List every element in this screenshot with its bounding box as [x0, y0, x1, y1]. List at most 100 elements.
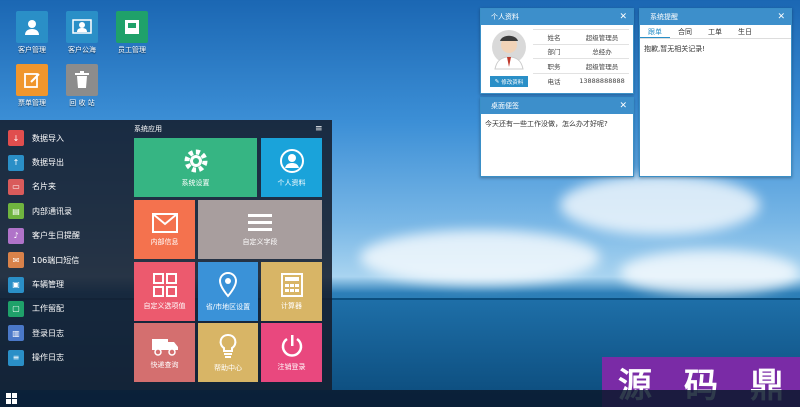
tab-follow-up[interactable]: 跟单	[640, 25, 670, 38]
list-icon: ≡	[8, 349, 24, 366]
profile-table: 姓名 超级管理员 部门 总经办 职务 超级管理员 电话 13888888888	[533, 29, 629, 88]
desktop-icon-recycle-bin[interactable]: 回 收 站	[62, 64, 102, 108]
tile-profile[interactable]: 个人资料	[261, 138, 322, 197]
profile-key: 电话	[533, 72, 575, 88]
desktop-icon-employees[interactable]: 员工管理	[112, 11, 152, 55]
tab-contract[interactable]: 合同	[670, 25, 700, 38]
start-item-operation-log[interactable]: ≡ 操作日志	[0, 346, 124, 370]
profile-value: 13888888888	[575, 72, 629, 88]
table-row: 部门 总经办	[533, 43, 629, 59]
profile-key: 部门	[533, 43, 575, 59]
note-widget-header: 桌面便签 ✕	[481, 98, 633, 114]
start-item-sms[interactable]: ✉ 106端口短信	[0, 248, 124, 272]
tile-express-query[interactable]: 快递查询	[134, 323, 195, 382]
cloud	[360, 230, 600, 285]
start-menu: ↓ 数据导入 ↑ 数据导出 ▭ 名片夹 ▤ 内部通讯录 ♪ 客户生日提醒 ✉ 106端口短信…	[0, 120, 332, 390]
reminder-widget-header: 系统提醒 ✕	[640, 9, 791, 25]
tile-help-center[interactable]: 帮助中心	[198, 323, 258, 382]
widget-title: 桌面便签	[491, 102, 519, 110]
widget-title: 个人资料	[491, 13, 519, 21]
bulb-icon	[219, 333, 237, 358]
tile-custom-options[interactable]: 自定义选项值	[134, 262, 195, 321]
profile-value: 超级管理员	[575, 29, 629, 44]
start-item-birthday[interactable]: ♪ 客户生日提醒	[0, 224, 124, 248]
avatar	[490, 29, 528, 73]
start-item-label: 客户生日提醒	[32, 231, 80, 241]
start-item-label: 车辆管理	[32, 280, 64, 290]
trash-icon	[66, 64, 98, 96]
location-icon	[218, 271, 238, 298]
close-icon[interactable]: ✕	[619, 98, 627, 114]
tile-label: 自定义选项值	[143, 301, 186, 310]
desktop-icon-label: 回 收 站	[69, 99, 95, 107]
close-icon[interactable]: ✕	[777, 9, 785, 25]
start-item-cards[interactable]: ▭ 名片夹	[0, 175, 124, 199]
close-icon[interactable]: ✕	[619, 9, 627, 25]
start-item-label: 106端口短信	[32, 255, 80, 265]
power-icon	[281, 334, 302, 357]
gear-icon	[184, 149, 207, 172]
desktop-icon-customer-pool[interactable]: 客户公海	[62, 11, 102, 55]
start-item-vehicles[interactable]: ▣ 车辆管理	[0, 272, 124, 296]
tab-work-order[interactable]: 工单	[700, 25, 730, 38]
start-menu-list: ↓ 数据导入 ↑ 数据导出 ▭ 名片夹 ▤ 内部通讯录 ♪ 客户生日提醒 ✉ 106端口短信…	[0, 126, 124, 370]
tile-region-settings[interactable]: 省/市地区设置	[198, 262, 258, 321]
tile-system-settings[interactable]: 系统设置	[134, 138, 257, 197]
start-item-label: 工作留配	[32, 304, 64, 314]
cloud	[620, 250, 800, 295]
table-row: 姓名 超级管理员	[533, 29, 629, 44]
contacts-icon	[16, 11, 48, 43]
desktop-icon-orders[interactable]: 票单管理	[12, 64, 52, 108]
start-item-contacts[interactable]: ▤ 内部通讯录	[0, 199, 124, 223]
tile-label: 自定义字段	[242, 237, 278, 246]
start-item-export[interactable]: ↑ 数据导出	[0, 150, 124, 174]
start-item-login-log[interactable]: ▥ 登录日志	[0, 321, 124, 345]
start-item-label: 内部通讯录	[32, 206, 72, 216]
tile-calculator[interactable]: 计算器	[261, 262, 322, 321]
tile-label: 计算器	[281, 301, 302, 310]
user-icon	[279, 148, 304, 173]
tile-internal-messages[interactable]: 内部信息	[134, 200, 195, 259]
upload-icon: ↑	[8, 154, 24, 171]
tile-label: 省/市地区设置	[205, 302, 251, 311]
start-item-import[interactable]: ↓ 数据导入	[0, 126, 124, 150]
desktop-icon-label: 客户管理	[18, 46, 46, 54]
tile-label: 内部信息	[150, 237, 179, 246]
widget-title: 系统提醒	[650, 13, 678, 21]
tile-logout[interactable]: 注销登录	[261, 323, 322, 382]
windows-start-button[interactable]	[6, 393, 17, 406]
mail-icon: ✉	[8, 252, 24, 269]
start-item-work[interactable]: ▢ 工作留配	[0, 297, 124, 321]
car-icon: ▣	[8, 276, 24, 293]
tile-label: 帮助中心	[214, 363, 242, 372]
note-text[interactable]: 今天还有一些工作没做，怎么办才好呢?	[481, 114, 633, 134]
desktop-icon-customers[interactable]: 客户管理	[12, 11, 52, 55]
employee-icon	[116, 11, 148, 43]
tile-custom-fields[interactable]: 自定义字段	[198, 200, 322, 259]
edit-doc-icon	[16, 64, 48, 96]
note-widget: 桌面便签 ✕ 今天还有一些工作没做，怎么办才好呢?	[480, 97, 634, 177]
start-item-label: 登录日志	[32, 328, 64, 338]
profile-key: 姓名	[533, 29, 575, 44]
edit-profile-button[interactable]: ✎ 修改资料	[490, 76, 528, 87]
table-row: 职务 超级管理员	[533, 58, 629, 73]
users-icon	[66, 11, 98, 43]
desktop-icon-label: 票单管理	[18, 99, 46, 107]
windows-icon	[6, 393, 17, 404]
profile-value: 超级管理员	[575, 58, 629, 73]
edit-profile-label: 修改资料	[501, 79, 524, 86]
profile-widget: 个人资料 ✕ ✎ 修改资料 姓名 超级管理员 部门 总经办 职务 超级管理员 电话 13…	[480, 8, 634, 94]
desktop-icon-label: 员工管理	[118, 46, 146, 54]
taskbar	[0, 390, 800, 407]
reminder-tabs: 跟单 合同 工单 生日	[640, 25, 791, 39]
download-icon: ↓	[8, 130, 24, 147]
profile-value: 总经办	[575, 43, 629, 59]
tile-label: 个人资料	[277, 178, 306, 187]
hamburger-icon[interactable]: ≡	[315, 124, 323, 134]
table-row: 电话 13888888888	[533, 72, 629, 88]
edit-icon: ✎	[494, 78, 500, 85]
tile-label: 注销登录	[277, 362, 306, 371]
start-item-label: 数据导出	[32, 158, 64, 168]
card-icon: ▭	[8, 178, 24, 195]
tab-birthday[interactable]: 生日	[730, 25, 760, 38]
